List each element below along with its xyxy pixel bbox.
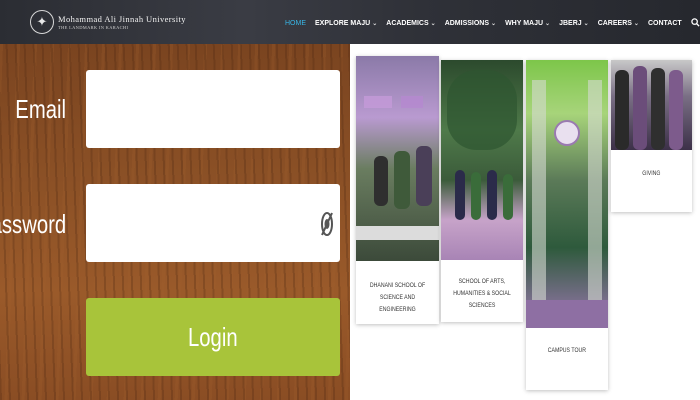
chevron-down-icon: ⌄ — [430, 21, 436, 27]
card-image-detail — [447, 70, 517, 150]
card-image-detail — [588, 80, 602, 300]
nav-academics[interactable]: ACADEMICS ⌄ — [386, 20, 435, 27]
card-image — [356, 56, 439, 261]
card-image-detail — [471, 172, 481, 220]
search-icon[interactable] — [690, 18, 700, 29]
password-field[interactable] — [86, 184, 340, 262]
chevron-down-icon: ⌄ — [491, 21, 497, 27]
card-image-detail — [526, 300, 608, 328]
chevron-down-icon: ⌄ — [372, 21, 378, 27]
card-campus-tour[interactable]: CAMPUS TOUR — [526, 60, 608, 390]
nav-explore-maju-label: EXPLORE MAJU — [315, 20, 371, 27]
nav-contact-label: CONTACT — [647, 20, 682, 27]
card-image-detail — [394, 151, 410, 209]
card-science-engineering[interactable]: DHANANI SCHOOL OF SCIENCE AND ENGINEERIN… — [356, 56, 439, 324]
nav-admissions[interactable]: ADMISSIONS ⌄ — [445, 20, 496, 27]
card-image-detail — [356, 226, 439, 240]
nav-why-maju-label: WHY MAJU — [505, 20, 544, 27]
card-image-detail — [669, 70, 683, 150]
card-title: SCHOOL OF ARTS, HUMANITIES & SOCIAL SCIE… — [445, 276, 519, 312]
nav-contact[interactable]: CONTACT — [648, 20, 682, 27]
card-image-detail — [615, 70, 629, 150]
email-field[interactable] — [86, 70, 340, 148]
card-title: CAMPUS TOUR — [530, 345, 604, 357]
chevron-down-icon: ⌄ — [583, 21, 589, 27]
card-image-detail — [554, 120, 580, 146]
card-arts-humanities[interactable]: SCHOOL OF ARTS, HUMANITIES & SOCIAL SCIE… — [441, 60, 523, 322]
card-image-detail — [374, 156, 388, 206]
card-title-text: CAMPUS TOUR — [547, 347, 587, 354]
nav-academics-label: ACADEMICS — [386, 20, 429, 27]
card-giving[interactable]: GIVING — [611, 60, 692, 212]
card-image-detail — [487, 170, 497, 220]
eye-icon[interactable] — [320, 209, 334, 239]
login-panel: Email Password Login — [0, 44, 350, 400]
nav-home[interactable]: HOME — [285, 20, 306, 27]
logo-name: Mohammad Ali Jinnah University — [58, 14, 186, 24]
nav-admissions-label: ADMISSIONS — [444, 20, 490, 27]
nav-home-label: HOME — [285, 20, 306, 27]
card-image — [611, 60, 692, 150]
card-image-detail — [532, 80, 546, 300]
nav-careers-label: CAREERS — [597, 20, 632, 27]
login-button[interactable]: Login — [86, 298, 340, 376]
university-logo[interactable]: ✦ Mohammad Ali Jinnah University THE LAN… — [30, 10, 186, 34]
nav-careers[interactable]: CAREERS ⌄ — [598, 20, 639, 27]
card-image-detail — [401, 96, 423, 108]
card-image-detail — [455, 170, 465, 220]
card-title: DHANANI SCHOOL OF SCIENCE AND ENGINEERIN… — [360, 280, 435, 316]
logo-tagline: THE LANDMARK IN KARACHI — [58, 25, 129, 30]
top-navigation-bar: ✦ Mohammad Ali Jinnah University THE LAN… — [0, 0, 700, 44]
nav-jberj-label: JBERJ — [559, 20, 582, 27]
chevron-down-icon: ⌄ — [633, 21, 639, 27]
password-label: Password — [0, 209, 67, 239]
nav-jberj[interactable]: JBERJ ⌄ — [559, 20, 589, 27]
logo-text: Mohammad Ali Jinnah University THE LANDM… — [58, 14, 186, 30]
university-seal-icon: ✦ — [30, 10, 54, 34]
card-image-detail — [416, 146, 432, 206]
card-title-text: GIVING — [642, 170, 661, 177]
card-title: GIVING — [615, 168, 688, 180]
card-title-text: SCHOOL OF ARTS, HUMANITIES & SOCIAL SCIE… — [453, 278, 511, 309]
card-title-text: DHANANI SCHOOL OF SCIENCE AND ENGINEERIN… — [369, 282, 426, 313]
card-image-detail — [651, 68, 665, 150]
nav-why-maju[interactable]: WHY MAJU ⌄ — [505, 20, 550, 27]
email-label: Email — [15, 94, 66, 124]
card-image-detail — [503, 174, 513, 220]
main-nav: HOME EXPLORE MAJU ⌄ ACADEMICS ⌄ ADMISSIONS… — [285, 18, 700, 29]
card-image — [526, 60, 608, 328]
card-image-detail — [364, 96, 392, 108]
card-image-detail — [633, 66, 647, 150]
card-image — [441, 60, 523, 260]
chevron-down-icon: ⌄ — [545, 21, 551, 27]
login-button-label: Login — [188, 321, 238, 352]
nav-explore-maju[interactable]: EXPLORE MAJU ⌄ — [315, 20, 377, 27]
